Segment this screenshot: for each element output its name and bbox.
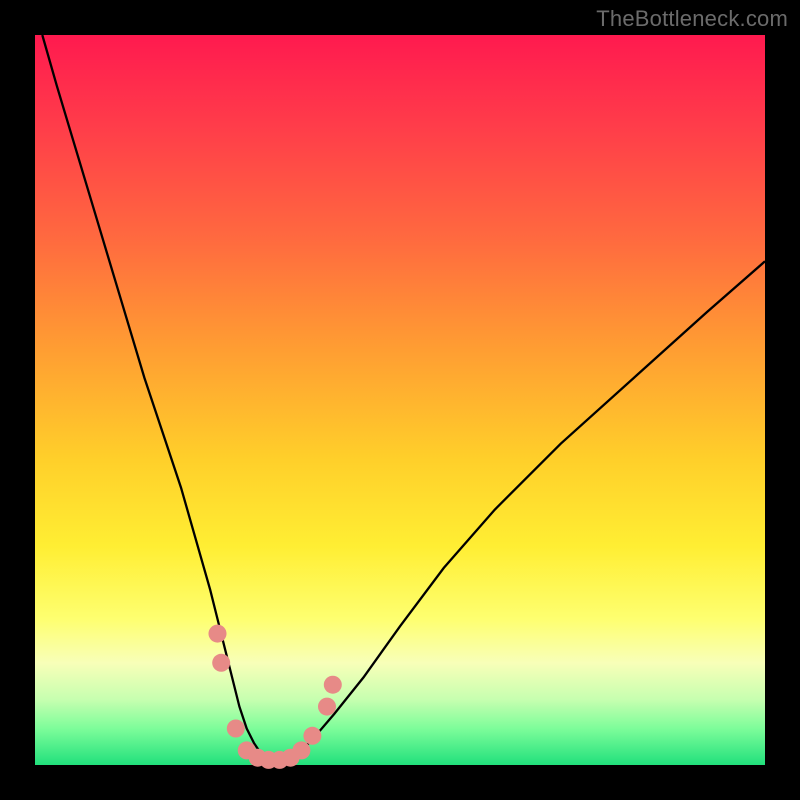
bottleneck-curve — [42, 35, 765, 763]
data-marker — [227, 720, 245, 738]
data-marker — [324, 676, 342, 694]
outer-frame: TheBottleneck.com — [0, 0, 800, 800]
chart-svg — [35, 35, 765, 765]
data-marker — [292, 741, 310, 759]
data-marker — [209, 625, 227, 643]
data-marker — [303, 727, 321, 745]
data-marker — [212, 654, 230, 672]
data-markers — [209, 625, 342, 769]
watermark-text: TheBottleneck.com — [596, 6, 788, 32]
data-marker — [318, 698, 336, 716]
plot-area — [35, 35, 765, 765]
